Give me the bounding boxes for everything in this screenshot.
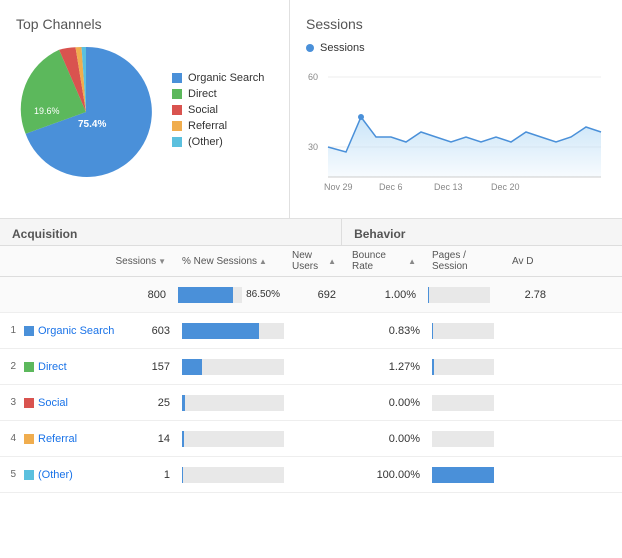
legend-other: (Other) — [172, 136, 264, 148]
row-label-5[interactable]: (Other) — [38, 469, 128, 481]
table-row: 5 (Other) 1 100.00% — [0, 457, 622, 493]
col-newusers-header: New Users ▲ — [284, 246, 344, 276]
table-row: 4 Referral 14 0.00% — [0, 421, 622, 457]
legend-color-other — [172, 137, 182, 147]
top-channels-title: Top Channels — [16, 16, 273, 32]
row-bounce-2: 1.27% — [348, 361, 428, 373]
legend-label-direct: Direct — [188, 88, 217, 100]
row-bounce-bar-5 — [428, 463, 498, 487]
col-pages-header: Pages / Session — [424, 246, 504, 276]
section-headers: Acquisition Behavior — [0, 219, 622, 246]
row-sessions-5: 1 — [128, 469, 178, 481]
row-bounce-bar-3 — [428, 391, 498, 415]
row-pctnew-5 — [178, 463, 288, 487]
legend-organic: Organic Search — [172, 72, 264, 84]
top-channels-panel: Top Channels 75.4% 19.6% — [0, 0, 290, 218]
summary-newusers: 692 — [284, 289, 344, 301]
row-label-2[interactable]: Direct — [38, 361, 128, 373]
sessions-title: Sessions — [306, 16, 606, 32]
summary-sessions: 800 — [124, 289, 174, 301]
svg-text:Nov 29: Nov 29 — [324, 182, 353, 192]
pie-legend: Organic Search Direct Social Referral (O… — [172, 72, 264, 152]
legend-social: Social — [172, 104, 264, 116]
line-chart-svg: 60 30 — [306, 62, 606, 202]
svg-text:19.6%: 19.6% — [34, 106, 60, 116]
legend-referral: Referral — [172, 120, 264, 132]
row-color-2 — [24, 362, 34, 372]
row-pctnew-4 — [178, 427, 288, 451]
row-sessions-3: 25 — [128, 397, 178, 409]
row-num-2: 2 — [0, 361, 20, 372]
legend-color-referral — [172, 121, 182, 131]
row-sessions-2: 157 — [128, 361, 178, 373]
row-color-5 — [24, 470, 34, 480]
line-chart: 60 30 — [306, 62, 606, 202]
legend-label-social: Social — [188, 104, 218, 116]
sessions-label-text: Sessions — [320, 42, 365, 54]
summary-bounce: 1.00% — [344, 289, 424, 301]
summary-row: 800 86.50% 692 1.00% 2.78 — [0, 277, 622, 313]
top-section: Top Channels 75.4% 19.6% — [0, 0, 622, 219]
row-bounce-bar-2 — [428, 355, 498, 379]
row-pctnew-3 — [178, 391, 288, 415]
sort-arrow-newusers[interactable]: ▲ — [328, 257, 336, 266]
row-label-1[interactable]: Organic Search — [38, 325, 128, 337]
bottom-section: Acquisition Behavior Sessions ▼ % New Se… — [0, 219, 622, 493]
col-avg-header: Av D — [504, 246, 622, 276]
svg-text:Dec 20: Dec 20 — [491, 182, 520, 192]
legend-color-direct — [172, 89, 182, 99]
col-pctnew-header: % New Sessions ▲ — [174, 246, 284, 276]
acquisition-header: Acquisition — [0, 219, 342, 245]
row-sessions-4: 14 — [128, 433, 178, 445]
summary-bounce-bar — [424, 283, 494, 307]
row-bounce-1: 0.83% — [348, 325, 428, 337]
row-num-4: 4 — [0, 433, 20, 444]
row-num-1: 1 — [0, 325, 20, 336]
row-bounce-bar-1 — [428, 319, 498, 343]
sessions-dot-label: Sessions — [306, 42, 606, 54]
row-label-4[interactable]: Referral — [38, 433, 128, 445]
legend-color-organic — [172, 73, 182, 83]
row-bounce-4: 0.00% — [348, 433, 428, 445]
row-sessions-1: 603 — [128, 325, 178, 337]
col-sessions-header: Sessions ▼ — [124, 246, 174, 276]
legend-label-referral: Referral — [188, 120, 227, 132]
table-row: 2 Direct 157 1.27% — [0, 349, 622, 385]
col-headers-row: Sessions ▼ % New Sessions ▲ New Users ▲ … — [0, 246, 622, 277]
summary-pctnew: 86.50% — [174, 283, 284, 307]
svg-text:30: 30 — [308, 142, 318, 152]
behavior-header: Behavior — [342, 219, 622, 245]
sessions-dot-icon — [306, 44, 314, 52]
row-label-3[interactable]: Social — [38, 397, 128, 409]
legend-direct: Direct — [172, 88, 264, 100]
row-color-4 — [24, 434, 34, 444]
pie-chart: 75.4% 19.6% — [16, 42, 156, 182]
row-num-3: 3 — [0, 397, 20, 408]
svg-text:Dec 6: Dec 6 — [379, 182, 403, 192]
row-pctnew-1 — [178, 319, 288, 343]
row-color-1 — [24, 326, 34, 336]
sessions-panel: Sessions Sessions 60 30 — [290, 0, 622, 218]
svg-text:60: 60 — [308, 72, 318, 82]
sort-arrow-pctnew[interactable]: ▲ — [259, 257, 267, 266]
sort-arrow-sessions[interactable]: ▼ — [158, 257, 166, 266]
row-bounce-5: 100.00% — [348, 469, 428, 481]
row-num-5: 5 — [0, 469, 20, 480]
row-pctnew-2 — [178, 355, 288, 379]
legend-color-social — [172, 105, 182, 115]
svg-text:75.4%: 75.4% — [78, 119, 106, 130]
summary-pages: 2.78 — [494, 289, 554, 301]
sort-arrow-bounce[interactable]: ▲ — [408, 257, 416, 266]
table-row: 3 Social 25 0.00% — [0, 385, 622, 421]
col-bounce-header: Bounce Rate ▲ — [344, 246, 424, 276]
legend-label-other: (Other) — [188, 136, 223, 148]
row-bounce-bar-4 — [428, 427, 498, 451]
table-row: 1 Organic Search 603 0.83% — [0, 313, 622, 349]
row-color-3 — [24, 398, 34, 408]
legend-label-organic: Organic Search — [188, 72, 264, 84]
svg-text:Dec 13: Dec 13 — [434, 182, 463, 192]
row-bounce-3: 0.00% — [348, 397, 428, 409]
